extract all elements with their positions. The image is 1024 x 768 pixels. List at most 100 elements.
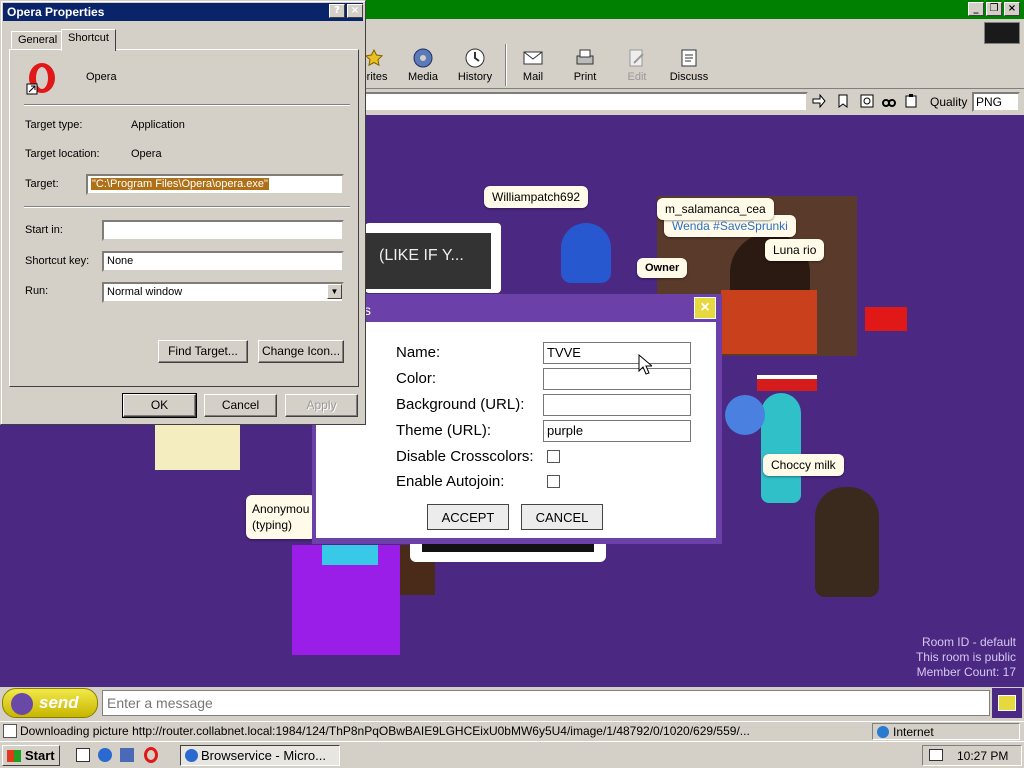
close-icon[interactable]: × (347, 4, 363, 18)
mouse-cursor-icon (638, 353, 654, 379)
message-input[interactable]: Enter a message (102, 690, 990, 716)
close-icon[interactable]: × (694, 297, 716, 319)
drawing-head (322, 545, 378, 565)
color-field[interactable] (543, 368, 691, 390)
typing-bubble: Anonymou (typing) (246, 495, 316, 539)
mail-button[interactable]: Mail (503, 47, 563, 83)
find-target-button[interactable]: Find Target... (158, 340, 248, 363)
zone-label: Internet (893, 725, 934, 739)
properties-dialog: Opera Properties ? × General Shortcut Op… (0, 0, 366, 425)
blue-avatar[interactable] (561, 223, 611, 283)
close-icon[interactable]: × (1004, 2, 1020, 16)
chat-room-left: Anonymou (typing) (0, 425, 606, 687)
user-bubble: Luna rio (765, 239, 825, 261)
avatar-icon (11, 693, 33, 715)
tab-general[interactable]: General (11, 31, 65, 49)
run-value: Normal window (107, 286, 183, 298)
bookmark-icon[interactable] (836, 94, 850, 108)
run-select[interactable]: Normal window ▼ (102, 282, 344, 303)
taskbar: Start Browservice - Micro... 10:27 PM (0, 741, 1024, 768)
start-button[interactable]: Start (2, 745, 60, 766)
desktop-icon[interactable] (76, 748, 90, 762)
window-controls: _ ❐ × (968, 2, 1020, 16)
target-location-value: Opera (131, 148, 162, 160)
theme-label: Theme (URL): (396, 422, 492, 439)
target-type-value: Application (131, 119, 185, 131)
gorilla-avatar[interactable] (815, 487, 879, 597)
printer-icon (574, 47, 596, 69)
windows-logo-icon (7, 750, 21, 762)
target-value: "C:\Program Files\Opera\opera.exe" (91, 178, 269, 190)
crosscolors-checkbox[interactable] (547, 450, 560, 463)
room-visibility: This room is public (915, 650, 1016, 664)
change-icon-button[interactable]: Change Icon... (258, 340, 344, 363)
edit-button[interactable]: Edit (607, 47, 667, 83)
app-name: Opera (86, 71, 117, 83)
security-zone: Internet (872, 723, 1020, 740)
send-button[interactable]: send (2, 688, 98, 718)
media-button[interactable]: Media (393, 47, 453, 83)
accept-button[interactable]: ACCEPT (427, 504, 509, 530)
shortcut-panel: Opera Target type: Application Target lo… (9, 49, 359, 387)
autojoin-label: Enable Autojoin: (396, 473, 505, 490)
settings-body: Name: TVVE Color: Background (URL): Them… (316, 322, 716, 538)
tab-shortcut[interactable]: Shortcut (61, 29, 116, 51)
user-bubble: Choccy milk (763, 454, 844, 476)
apply-button[interactable]: Apply (285, 394, 358, 417)
divider (24, 104, 350, 106)
address-field[interactable] (364, 92, 808, 112)
divider (24, 206, 350, 208)
go-arrow-icon[interactable] (812, 93, 826, 109)
attach-icon[interactable] (998, 695, 1016, 711)
ie-icon (185, 749, 198, 762)
browser-logo (984, 22, 1020, 44)
app-icon[interactable] (120, 748, 134, 762)
color-label: Color: (396, 370, 437, 387)
shortcut-key-field[interactable]: None (102, 251, 344, 272)
help-icon[interactable]: ? (329, 4, 345, 18)
ok-button[interactable]: OK (122, 393, 197, 418)
address-row: Quality PNG (360, 90, 1024, 114)
blue-ball-avatar[interactable] (725, 395, 765, 435)
shirt-photo (721, 290, 817, 354)
theme-field[interactable]: purple (543, 420, 691, 442)
edit-icon (626, 47, 648, 69)
start-in-label: Start in: (25, 224, 63, 236)
cancel-button[interactable]: Cancel (204, 394, 277, 417)
crosscolors-label: Disable Crosscolors: (396, 448, 534, 465)
clipboard-icon[interactable] (904, 94, 918, 108)
background-field[interactable] (543, 394, 691, 416)
history-icon (464, 47, 486, 69)
speech-card-bottom (410, 542, 606, 562)
target-field[interactable]: "C:\Program Files\Opera\opera.exe" (86, 174, 344, 195)
user-bubble: Williampatch692 (484, 186, 589, 208)
discuss-button[interactable]: Discuss (659, 47, 719, 83)
page-icon (3, 724, 17, 738)
quality-select[interactable]: PNG (972, 92, 1020, 112)
chevron-down-icon[interactable]: ▼ (327, 284, 342, 299)
find-icon[interactable] (882, 94, 896, 108)
zoom-icon[interactable] (860, 94, 874, 108)
settings-dialog: s × Name: TVVE Color: Background (URL): … (312, 294, 722, 544)
teal-avatar[interactable] (761, 393, 801, 503)
system-tray: 10:27 PM (922, 745, 1022, 766)
history-button[interactable]: History (445, 47, 505, 83)
send-label: send (39, 693, 79, 712)
autojoin-checkbox[interactable] (547, 475, 560, 488)
background-label: Background (URL): (396, 396, 525, 413)
run-label: Run: (25, 285, 49, 297)
user-bubble: m_salamanca_cea (657, 198, 774, 220)
minimize-icon[interactable]: _ (968, 2, 984, 16)
opera-icon[interactable] (144, 747, 158, 763)
owner-badge: Owner (637, 258, 688, 278)
ie-icon[interactable] (98, 748, 112, 762)
start-in-field[interactable] (102, 220, 344, 241)
chat-side-panel (992, 688, 1022, 718)
print-button[interactable]: Print (555, 47, 615, 83)
name-field[interactable]: TVVE (543, 342, 691, 364)
room-id: Room ID - default (921, 635, 1016, 649)
cancel-button[interactable]: CANCEL (521, 504, 603, 530)
task-browservice[interactable]: Browservice - Micro... (180, 745, 340, 766)
restore-icon[interactable]: ❐ (986, 2, 1002, 16)
network-icon[interactable] (929, 749, 943, 761)
